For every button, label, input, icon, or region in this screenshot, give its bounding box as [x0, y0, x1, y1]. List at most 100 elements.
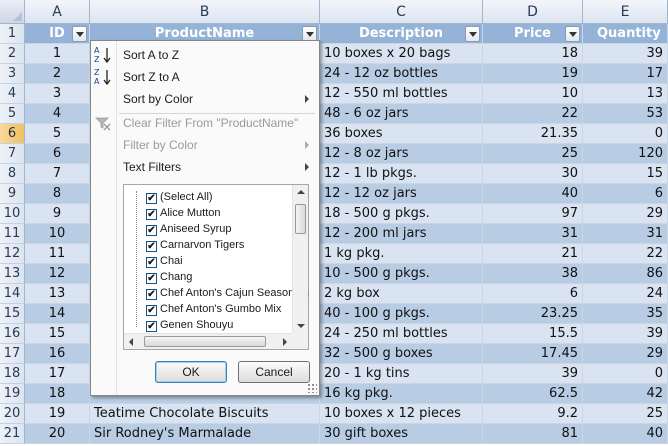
scroll-up-icon[interactable]: [297, 190, 305, 194]
cell-price[interactable]: 81: [483, 424, 583, 444]
cell-productname[interactable]: Teatime Chocolate Biscuits: [90, 404, 320, 424]
scroll-down-icon[interactable]: [297, 324, 305, 328]
cell-id[interactable]: 1: [25, 44, 90, 64]
row-header[interactable]: 2: [0, 44, 25, 64]
checkbox-checked-icon[interactable]: ✔: [146, 193, 157, 204]
cell-id[interactable]: 7: [25, 164, 90, 184]
cell-price[interactable]: 25: [483, 144, 583, 164]
cell-quantity[interactable]: 53: [583, 104, 668, 124]
cell-id[interactable]: 17: [25, 364, 90, 384]
dropdown-arrow-icon[interactable]: [465, 26, 480, 42]
cell-quantity[interactable]: 86: [583, 264, 668, 284]
cell-id[interactable]: 10: [25, 224, 90, 244]
row-header[interactable]: 7: [0, 144, 25, 164]
cell-description[interactable]: 24 - 250 ml bottles: [320, 324, 483, 344]
cell-price[interactable]: 21.35: [483, 124, 583, 144]
scroll-thumb-horizontal[interactable]: [144, 336, 266, 347]
cell-price[interactable]: 40: [483, 184, 583, 204]
header-cell-quantity[interactable]: Quantity: [583, 24, 668, 44]
cell-quantity[interactable]: 35: [583, 304, 668, 324]
row-header[interactable]: 12: [0, 244, 25, 264]
cell-price[interactable]: 30: [483, 164, 583, 184]
column-header-c[interactable]: C: [320, 0, 483, 24]
autofilter-dropdown-menu[interactable]: A Z Sort A to Z Z A Sort Z to A Sort by …: [90, 40, 320, 396]
cell-description[interactable]: 12 - 12 oz jars: [320, 184, 483, 204]
cell-quantity[interactable]: 13: [583, 84, 668, 104]
cell-quantity[interactable]: 22: [583, 244, 668, 264]
cell-price[interactable]: 21: [483, 244, 583, 264]
cell-quantity[interactable]: 0: [583, 124, 668, 144]
cell-quantity[interactable]: 24: [583, 284, 668, 304]
cell-description[interactable]: 16 kg pkg.: [320, 384, 483, 404]
cell-quantity[interactable]: 39: [583, 324, 668, 344]
cell-id[interactable]: 14: [25, 304, 90, 324]
cell-price[interactable]: 31: [483, 224, 583, 244]
cell-description[interactable]: 32 - 500 g boxes: [320, 344, 483, 364]
row-header[interactable]: 16: [0, 324, 25, 344]
cell-id[interactable]: 8: [25, 184, 90, 204]
cell-description[interactable]: 10 boxes x 20 bags: [320, 44, 483, 64]
cell-id[interactable]: 11: [25, 244, 90, 264]
cell-id[interactable]: 13: [25, 284, 90, 304]
cell-productname[interactable]: Sir Rodney's Marmalade: [90, 424, 320, 444]
cell-price[interactable]: 23.25: [483, 304, 583, 324]
cell-quantity[interactable]: 29: [583, 204, 668, 224]
filter-value-option[interactable]: ✔ Chef Anton's Gumbo Mix: [146, 301, 281, 317]
cell-description[interactable]: 18 - 500 g pkgs.: [320, 204, 483, 224]
cell-description[interactable]: 1 kg pkg.: [320, 244, 483, 264]
cell-quantity[interactable]: 6: [583, 184, 668, 204]
filter-value-option[interactable]: ✔ Alice Mutton: [146, 205, 221, 221]
cell-price[interactable]: 10: [483, 84, 583, 104]
cell-price[interactable]: 17.45: [483, 344, 583, 364]
checkbox-checked-icon[interactable]: ✔: [146, 209, 157, 220]
row-header[interactable]: 13: [0, 264, 25, 284]
checkbox-checked-icon[interactable]: ✔: [146, 241, 157, 252]
cell-description[interactable]: 40 - 100 g pkgs.: [320, 304, 483, 324]
cell-quantity[interactable]: 15: [583, 164, 668, 184]
cell-id[interactable]: 19: [25, 404, 90, 424]
checkbox-checked-icon[interactable]: ✔: [146, 273, 157, 284]
row-header[interactable]: 5: [0, 104, 25, 124]
cell-price[interactable]: 97: [483, 204, 583, 224]
column-header-a[interactable]: A: [25, 0, 90, 24]
row-header[interactable]: 19: [0, 384, 25, 404]
cell-price[interactable]: 19: [483, 64, 583, 84]
row-header[interactable]: 11: [0, 224, 25, 244]
cell-description[interactable]: 48 - 6 oz jars: [320, 104, 483, 124]
header-cell-price[interactable]: Price: [483, 24, 583, 44]
cell-description[interactable]: 12 - 550 ml bottles: [320, 84, 483, 104]
cell-id[interactable]: 3: [25, 84, 90, 104]
header-cell-id[interactable]: ID: [25, 24, 90, 44]
cell-description[interactable]: 12 - 200 ml jars: [320, 224, 483, 244]
row-header[interactable]: 3: [0, 64, 25, 84]
cell-description[interactable]: 10 - 500 g pkgs.: [320, 264, 483, 284]
sort-by-color-item[interactable]: Sort by Color: [91, 88, 319, 110]
scroll-left-icon[interactable]: [129, 338, 133, 346]
text-filters-item[interactable]: Text Filters: [91, 156, 319, 178]
cell-description[interactable]: 20 - 1 kg tins: [320, 364, 483, 384]
row-header[interactable]: 4: [0, 84, 25, 104]
cell-id[interactable]: 9: [25, 204, 90, 224]
cell-price[interactable]: 62.5: [483, 384, 583, 404]
row-header[interactable]: 10: [0, 204, 25, 224]
cell-quantity[interactable]: 29: [583, 344, 668, 364]
cell-description[interactable]: 2 kg box: [320, 284, 483, 304]
cell-price[interactable]: 39: [483, 364, 583, 384]
cell-quantity[interactable]: 120: [583, 144, 668, 164]
cell-price[interactable]: 9.2: [483, 404, 583, 424]
checkbox-checked-icon[interactable]: ✔: [146, 289, 157, 300]
cell-id[interactable]: 4: [25, 104, 90, 124]
cell-id[interactable]: 5: [25, 124, 90, 144]
row-header[interactable]: 14: [0, 284, 25, 304]
filter-value-option[interactable]: ✔ Chang: [146, 269, 192, 285]
cell-id[interactable]: 20: [25, 424, 90, 444]
scroll-right-icon[interactable]: [283, 338, 287, 346]
cell-price[interactable]: 15.5: [483, 324, 583, 344]
select-all-corner[interactable]: [0, 0, 25, 24]
cell-id[interactable]: 15: [25, 324, 90, 344]
row-header[interactable]: 9: [0, 184, 25, 204]
cell-id[interactable]: 6: [25, 144, 90, 164]
column-header-d[interactable]: D: [483, 0, 583, 24]
row-header[interactable]: 20: [0, 404, 25, 424]
cell-description[interactable]: 12 - 1 lb pkgs.: [320, 164, 483, 184]
